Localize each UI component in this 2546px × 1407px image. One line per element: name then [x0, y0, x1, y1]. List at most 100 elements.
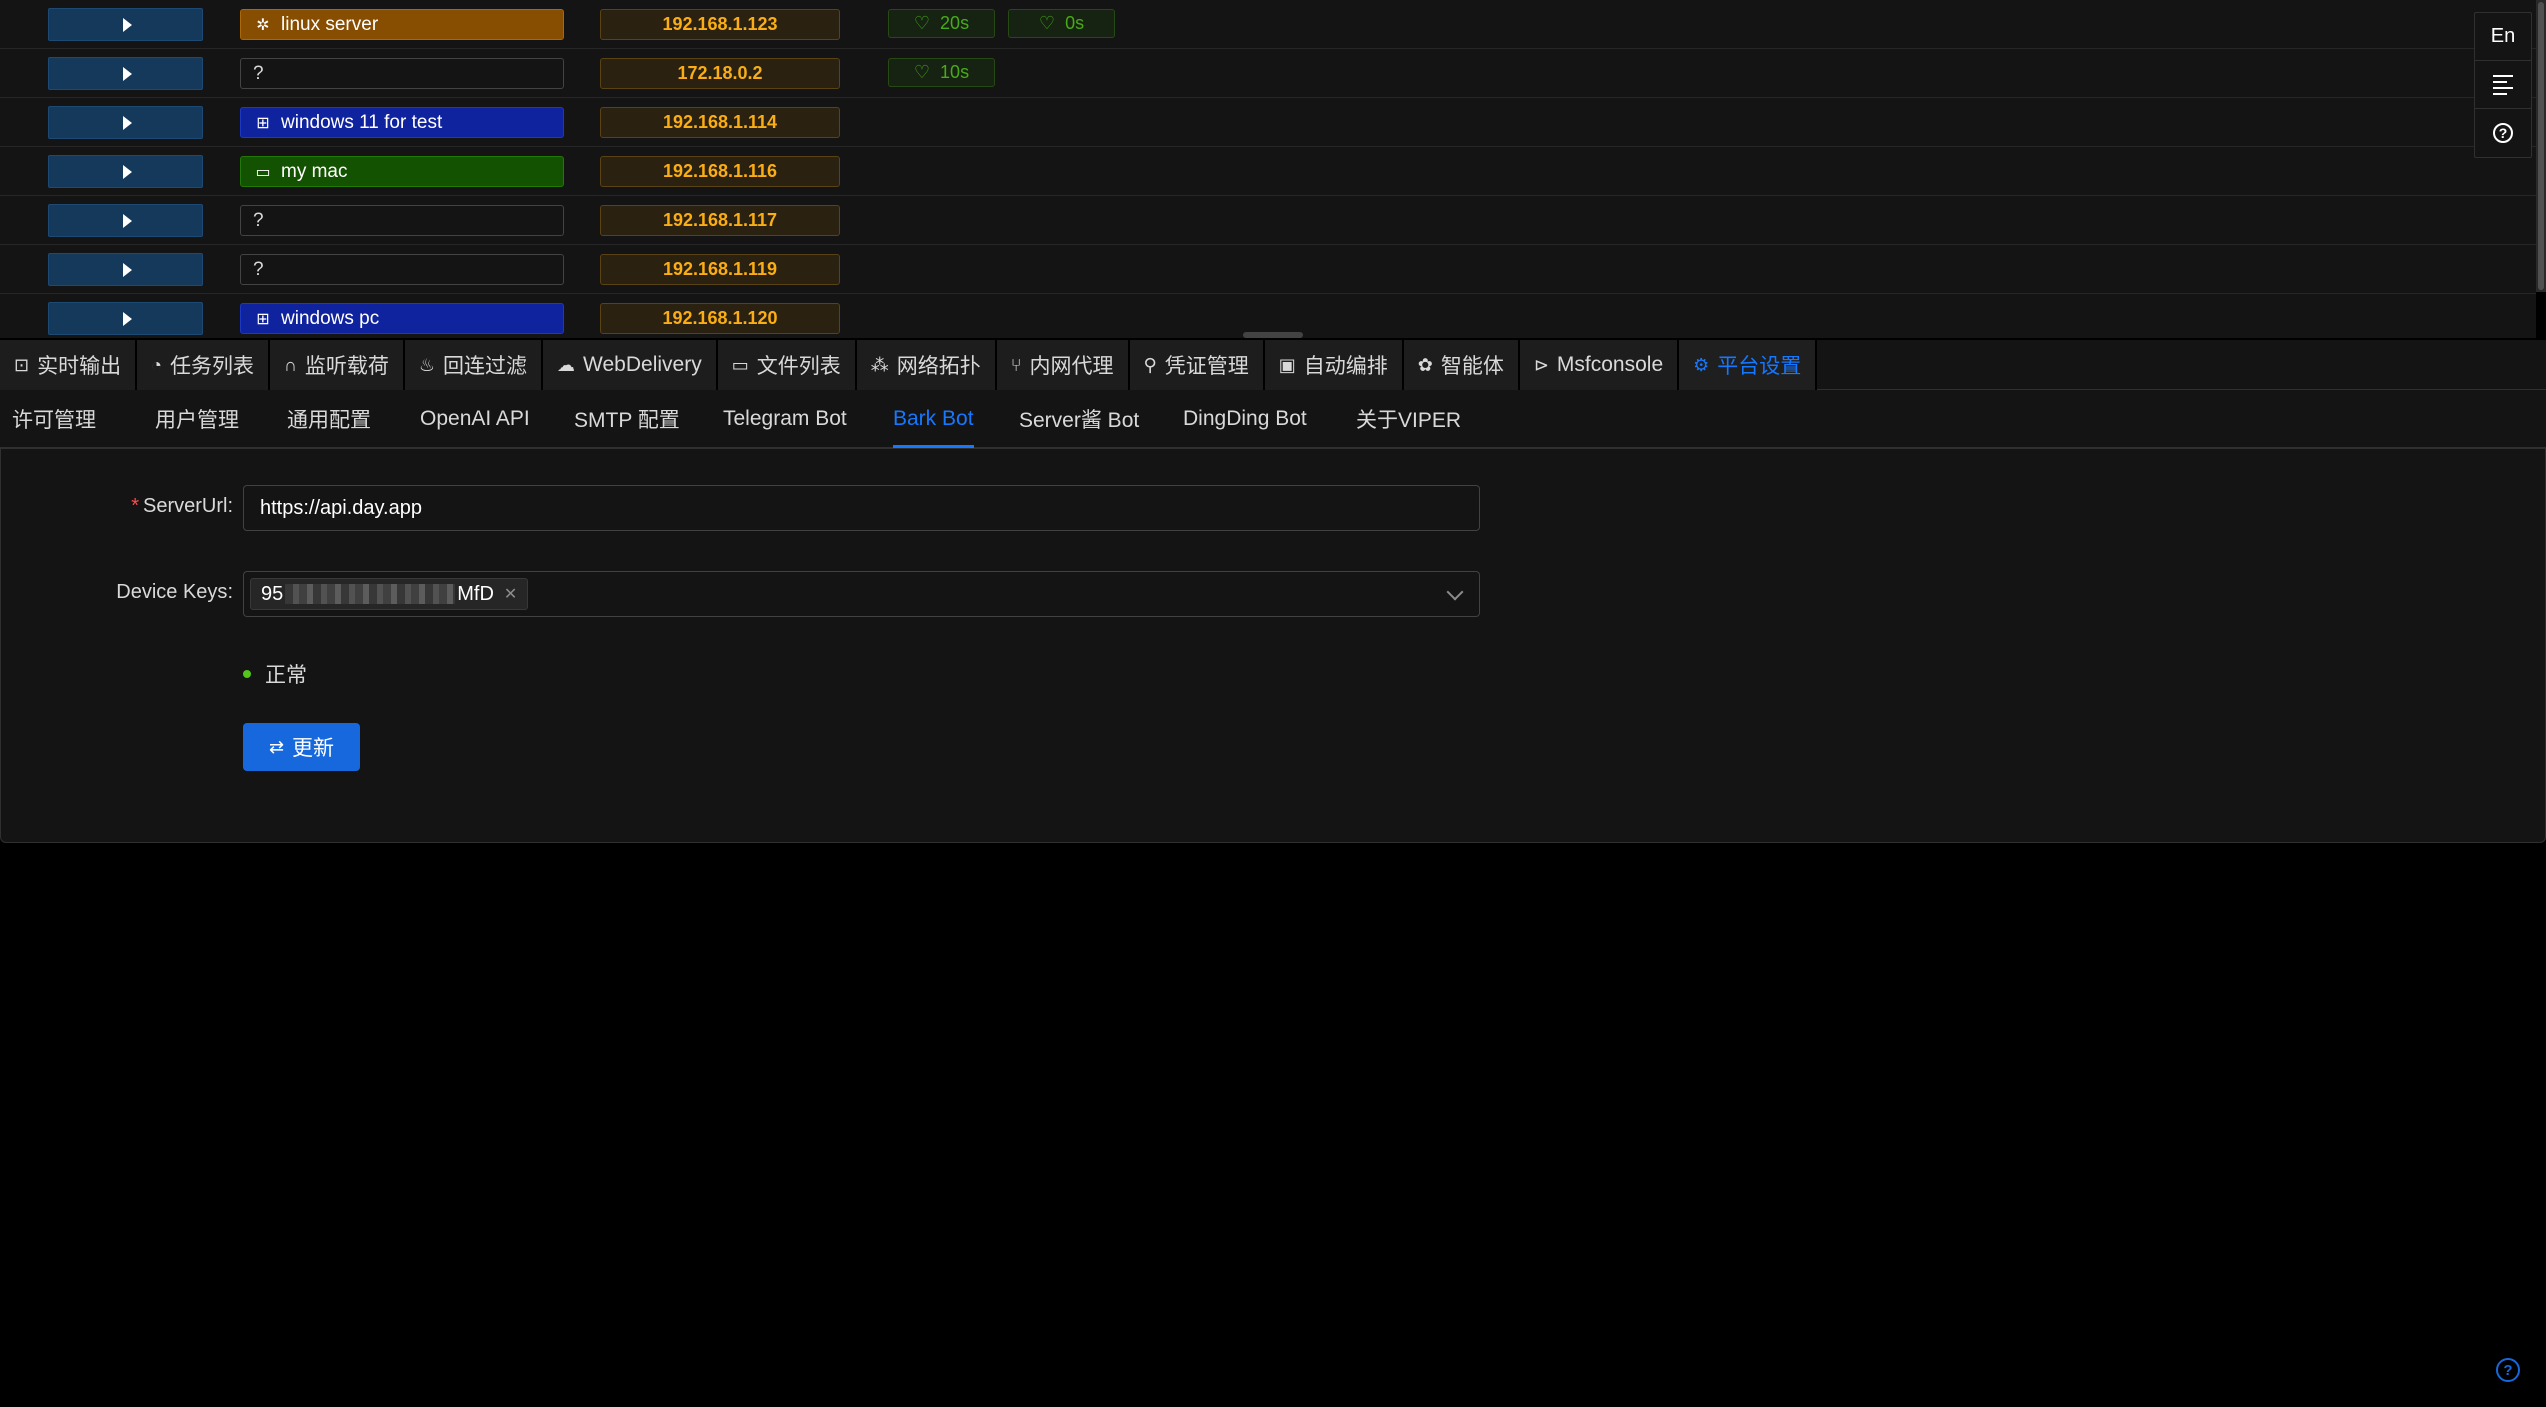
status-dot [243, 670, 251, 678]
tab-intranet-proxy[interactable]: ⑂ 内网代理 [996, 340, 1130, 390]
windows-icon: ⊞ [256, 114, 270, 132]
device-key-tag[interactable]: 95 MfD ✕ [250, 578, 529, 610]
host-name-tag[interactable]: ✲ linux server [240, 9, 564, 40]
tab-msfconsole[interactable]: ⊳ Msfconsole [1519, 340, 1680, 390]
subtab-general[interactable]: 通用配置 [287, 390, 371, 448]
tab-agent[interactable]: ✿ 智能体 [1403, 340, 1520, 390]
tab-auto-orchestration[interactable]: ▣ 自动编排 [1264, 340, 1404, 390]
host-row[interactable]: ? 172.18.0.2 ♡ 10s [0, 49, 2536, 98]
language-button[interactable]: En [2475, 13, 2531, 61]
host-row[interactable]: ? 192.168.1.117 [0, 196, 2536, 245]
host-row[interactable]: ⊞ windows 11 for test 192.168.1.114 [0, 98, 2536, 147]
server-url-label: * ServerUrl: [131, 495, 233, 517]
close-icon[interactable]: ✕ [504, 584, 517, 604]
subtab-bark-bot[interactable]: Bark Bot [893, 390, 974, 448]
help-button[interactable]: ? [2475, 109, 2531, 157]
tab-platform-settings[interactable]: ⚙ 平台设置 [1679, 340, 1818, 390]
main-tab-bar: ⊡ 实时输出 ◔ 任务列表 ∩ 监听载荷 ♨ 回连过滤 ☁ WebDelivery ▭ 文件… [0, 340, 2546, 390]
key-search-icon: ⚲ [1143, 354, 1157, 375]
host-ip-tag[interactable]: 192.168.1.119 [600, 254, 840, 285]
tab-listener-payload[interactable]: ∩ 监听载荷 [269, 340, 405, 390]
headphones-icon: ∩ [283, 354, 297, 375]
host-name-tag[interactable]: ⊞ windows 11 for test [240, 107, 564, 138]
caret-right-icon [123, 66, 132, 81]
robot-icon: ▣ [1278, 354, 1296, 375]
fire-icon: ♨ [418, 354, 436, 375]
subtab-openai-api[interactable]: OpenAI API [420, 390, 530, 448]
host-ip-tag[interactable]: 192.168.1.123 [600, 9, 840, 40]
host-ip-tag[interactable]: 192.168.1.120 [600, 303, 840, 334]
scrollbar-thumb[interactable] [2538, 2, 2544, 290]
question-icon[interactable]: ? [2496, 1358, 2520, 1382]
redacted-text [285, 584, 456, 604]
expand-row-button[interactable] [48, 253, 203, 286]
gear-icon: ⚙ [1693, 354, 1710, 375]
clock-icon: ◔ [151, 354, 162, 375]
host-name-tag[interactable]: ⊞ windows pc [240, 303, 564, 334]
host-name: ? [253, 62, 264, 84]
subtab-about-viper[interactable]: 关于VIPER [1356, 390, 1461, 448]
server-url-input[interactable]: https://api.day.app [243, 485, 1480, 531]
host-name: my mac [281, 160, 348, 182]
chevron-down-icon[interactable] [1446, 583, 1464, 601]
host-list-scrollbar[interactable] [2536, 0, 2546, 292]
subtab-smtp[interactable]: SMTP 配置 [574, 390, 680, 448]
caret-right-icon [123, 164, 132, 179]
bark-bot-settings-panel: * ServerUrl: https://api.day.app Device K… [0, 448, 2546, 843]
expand-row-button[interactable] [48, 204, 203, 237]
device-keys-label: Device Keys: [116, 581, 233, 603]
menu-lines-button[interactable] [2475, 61, 2531, 109]
fork-icon: ⑂ [1010, 354, 1022, 375]
host-name: ? [253, 209, 264, 231]
tab-task-list[interactable]: ◔ 任务列表 [137, 340, 270, 390]
subtab-telegram-bot[interactable]: Telegram Bot [723, 390, 847, 448]
heart-icon: ♡ [1038, 13, 1056, 33]
heartbeat-tag: ♡ 10s [888, 58, 995, 87]
subtab-users[interactable]: 用户管理 [155, 390, 239, 448]
host-row[interactable]: ✲ linux server 192.168.1.123 ♡ 20s ♡ 0s [0, 0, 2536, 49]
laptop-icon: ▭ [255, 163, 271, 181]
host-ip-tag[interactable]: 192.168.1.116 [600, 156, 840, 187]
host-name-tag[interactable]: ? [240, 58, 564, 89]
host-row[interactable]: ▭ my mac 192.168.1.116 [0, 147, 2536, 196]
topology-icon: ⁂ [870, 354, 889, 375]
host-name: windows 11 for test [281, 111, 443, 133]
expand-row-button[interactable] [48, 155, 203, 188]
caret-right-icon [123, 115, 132, 130]
subtab-license[interactable]: 许可管理 [12, 390, 96, 448]
device-keys-select[interactable]: 95 MfD ✕ [243, 571, 1480, 617]
sync-icon: ⇄ [268, 736, 285, 757]
status-indicator: 正常 [243, 659, 307, 689]
heartbeat-tag: ♡ 0s [1008, 9, 1115, 38]
tab-webdelivery[interactable]: ☁ WebDelivery [543, 340, 718, 390]
expand-row-button[interactable] [48, 57, 203, 90]
tab-credential-management[interactable]: ⚲ 凭证管理 [1129, 340, 1265, 390]
tab-realtime-output[interactable]: ⊡ 实时输出 [0, 340, 138, 390]
update-button[interactable]: ⇄ 更新 [243, 723, 360, 771]
host-name: linux server [281, 13, 379, 35]
tab-file-list[interactable]: ▭ 文件列表 [717, 340, 857, 390]
tab-network-topology[interactable]: ⁂ 网络拓扑 [856, 340, 997, 390]
align-left-icon [2493, 74, 2513, 95]
resize-handle[interactable] [1243, 332, 1303, 338]
subtab-dingding-bot[interactable]: DingDing Bot [1183, 390, 1307, 448]
host-name-tag[interactable]: ? [240, 205, 564, 236]
host-ip-tag[interactable]: 172.18.0.2 [600, 58, 840, 89]
caret-right-icon [123, 311, 132, 326]
expand-row-button[interactable] [48, 106, 203, 139]
heart-icon: ♡ [913, 62, 931, 82]
host-row[interactable]: ? 192.168.1.119 [0, 245, 2536, 294]
host-name-tag[interactable]: ? [240, 254, 564, 285]
caret-right-icon [123, 262, 132, 277]
host-ip-tag[interactable]: 192.168.1.117 [600, 205, 840, 236]
expand-row-button[interactable] [48, 8, 203, 41]
expand-row-button[interactable] [48, 302, 203, 335]
tab-callback-filter[interactable]: ♨ 回连过滤 [404, 340, 544, 390]
subtab-serverchan-bot[interactable]: Server酱 Bot [1019, 390, 1139, 448]
openai-icon: ✿ [1417, 354, 1433, 375]
host-ip-tag[interactable]: 192.168.1.114 [600, 107, 840, 138]
folder-open-icon: ▭ [731, 354, 749, 375]
heartbeat-tag: ♡ 20s [888, 9, 995, 38]
host-name-tag[interactable]: ▭ my mac [240, 156, 564, 187]
windows-icon: ⊞ [256, 310, 270, 328]
